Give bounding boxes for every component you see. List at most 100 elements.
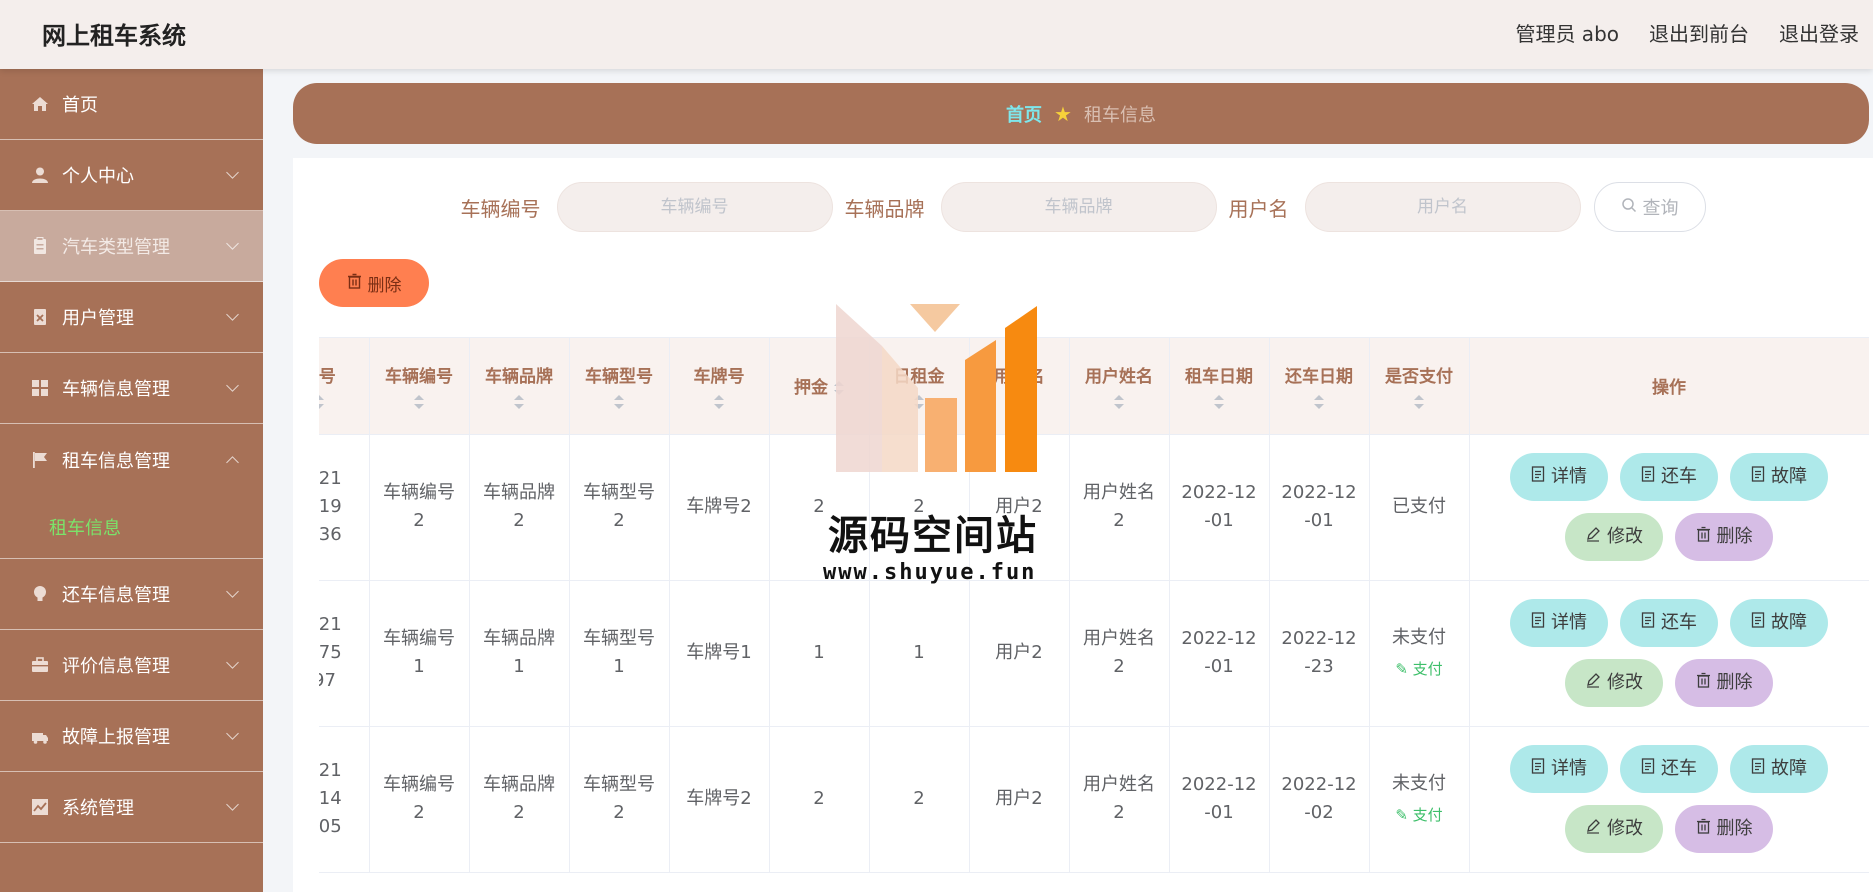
sidebar-item-label: 评价信息管理 <box>62 656 170 677</box>
col-header[interactable]: 还车日期 <box>1269 338 1370 435</box>
sort-icon[interactable] <box>414 395 424 410</box>
sort-icon[interactable] <box>714 395 724 410</box>
brand-input[interactable] <box>940 182 1217 232</box>
sort-icon[interactable] <box>834 381 844 396</box>
col-header[interactable]: 是否支付 <box>1369 338 1470 435</box>
edit-button[interactable]: 修改 <box>1565 513 1663 561</box>
chevron-down-icon <box>226 585 239 598</box>
cell-rent-date: 2022-12 -01 <box>1169 434 1270 581</box>
file-icon <box>1641 463 1655 491</box>
table-row: 2121 5075 697车辆编号 1车辆品牌 1车辆型号 1车牌号111用户2… <box>319 580 1869 727</box>
pay-link[interactable]: ✎ 支付 <box>1370 804 1469 827</box>
detail-button[interactable]: 详情 <box>1510 453 1608 501</box>
return-car-button-label: 还车 <box>1661 466 1697 488</box>
edit-icon <box>1585 523 1601 551</box>
user-icon <box>30 165 50 185</box>
sidebar-item-review-info[interactable]: 评价信息管理 <box>0 630 263 701</box>
sidebar-item-personal-center[interactable]: 个人中心 <box>0 140 263 211</box>
chevron-down-icon <box>226 727 239 740</box>
edit-button[interactable]: 修改 <box>1565 659 1663 707</box>
col-header[interactable]: 车牌号 <box>669 338 770 435</box>
batch-delete-button[interactable]: 删除 <box>319 259 429 307</box>
trash-icon <box>1696 815 1711 843</box>
sidebar-item-return-info[interactable]: 还车信息管理 <box>0 559 263 630</box>
return-car-button[interactable]: 还车 <box>1620 453 1718 501</box>
edit-icon: ✎ <box>1395 660 1413 679</box>
sidebar-item-home[interactable]: 首页 <box>0 69 263 140</box>
brand-label: 车辆品牌 <box>844 196 925 221</box>
col-header[interactable]: 押金 <box>769 338 870 435</box>
sidebar-item-label: 首页 <box>62 95 98 116</box>
sort-icon[interactable] <box>1014 395 1024 410</box>
query-button-label: 查询 <box>1642 198 1679 219</box>
vehicle-no-input[interactable] <box>556 182 833 232</box>
cell-return-date: 2022-12 -01 <box>1269 434 1370 581</box>
col-header[interactable]: 日租金 <box>869 338 970 435</box>
vehicle-no-label: 车辆编号 <box>460 196 541 221</box>
sidebar-item-label: 租车信息管理 <box>62 450 170 472</box>
sort-icon[interactable] <box>514 395 524 410</box>
sort-icon[interactable] <box>914 395 924 410</box>
col-header[interactable]: 编号 <box>319 338 370 435</box>
chevron-down-icon <box>226 237 239 250</box>
table-row: 2121 1414 7405车辆编号 2车辆品牌 2车辆型号 2车牌号222用户… <box>319 726 1869 873</box>
cell-model: 车辆型号 2 <box>569 726 670 873</box>
logout-link[interactable]: 退出登录 <box>1779 18 1859 47</box>
col-header[interactable]: 车辆品牌 <box>469 338 570 435</box>
pay-link[interactable]: ✎ 支付 <box>1370 658 1469 681</box>
sidebar-subitem-rental-info[interactable]: 租车信息 <box>0 495 263 559</box>
sidebar-item-rental-info[interactable]: 租车信息管理 <box>0 424 263 495</box>
chevron-up-icon <box>226 456 239 469</box>
delete-button[interactable]: 删除 <box>1675 513 1773 561</box>
sidebar-item-system[interactable]: 系统管理 <box>0 772 263 843</box>
detail-button-label: 详情 <box>1551 466 1587 488</box>
col-header-actions: 操作 <box>1469 338 1869 435</box>
sort-icon[interactable] <box>1314 395 1324 410</box>
return-car-button[interactable]: 还车 <box>1620 599 1718 647</box>
col-header[interactable]: 车辆型号 <box>569 338 670 435</box>
return-car-button[interactable]: 还车 <box>1620 745 1718 793</box>
detail-button[interactable]: 详情 <box>1510 745 1608 793</box>
bulb-icon <box>30 584 50 604</box>
cell-model: 车辆型号 1 <box>569 580 670 727</box>
col-header[interactable]: 用户名 <box>969 338 1070 435</box>
exit-to-front-link[interactable]: 退出到前台 <box>1649 18 1749 47</box>
cell-deposit: 1 <box>769 580 870 727</box>
col-header[interactable]: 租车日期 <box>1169 338 1270 435</box>
sidebar-item-user-management[interactable]: 用户管理 <box>0 282 263 353</box>
cell-paid: 未支付 ✎ 支付 <box>1369 726 1470 873</box>
sidebar-item-car-type[interactable]: 汽车类型管理 <box>0 211 263 282</box>
sort-icon[interactable] <box>1114 395 1124 410</box>
cell-daily-rent: 2 <box>869 726 970 873</box>
cell-plate: 车牌号1 <box>669 580 770 727</box>
cell-plate: 车牌号2 <box>669 726 770 873</box>
username-input[interactable] <box>1304 182 1581 232</box>
fault-button[interactable]: 故障 <box>1730 745 1828 793</box>
file-icon <box>1751 755 1765 783</box>
cell-actions: 详情 还车 故障修改 删除 <box>1469 580 1869 727</box>
sidebar-item-label: 个人中心 <box>62 166 134 187</box>
return-car-button-label: 还车 <box>1661 612 1697 634</box>
col-header[interactable]: 车辆编号 <box>369 338 470 435</box>
cell-brand: 车辆品牌 2 <box>469 726 570 873</box>
fault-button[interactable]: 故障 <box>1730 453 1828 501</box>
cell-paid: 未支付 ✎ 支付 <box>1369 580 1470 727</box>
chart-icon <box>30 797 50 817</box>
sort-icon[interactable] <box>1214 395 1224 410</box>
sort-icon[interactable] <box>614 395 624 410</box>
delete-button[interactable]: 删除 <box>1675 659 1773 707</box>
breadcrumb: 首页 ★ 租车信息 <box>293 83 1869 144</box>
query-button[interactable]: 查询 <box>1593 182 1706 232</box>
sort-icon[interactable] <box>1414 395 1424 410</box>
col-header[interactable]: 用户姓名 <box>1069 338 1170 435</box>
app-title: 网上租车系统 <box>42 22 186 50</box>
fault-button[interactable]: 故障 <box>1730 599 1828 647</box>
sidebar-item-vehicle-info[interactable]: 车辆信息管理 <box>0 353 263 424</box>
detail-button[interactable]: 详情 <box>1510 599 1608 647</box>
sidebar-item-fault-report[interactable]: 故障上报管理 <box>0 701 263 772</box>
breadcrumb-home[interactable]: 首页 <box>1006 101 1042 127</box>
edit-button[interactable]: 修改 <box>1565 805 1663 853</box>
header-links: 管理员 abo 退出到前台 退出登录 <box>1515 18 1859 47</box>
sort-icon[interactable] <box>319 395 324 410</box>
delete-button[interactable]: 删除 <box>1675 805 1773 853</box>
